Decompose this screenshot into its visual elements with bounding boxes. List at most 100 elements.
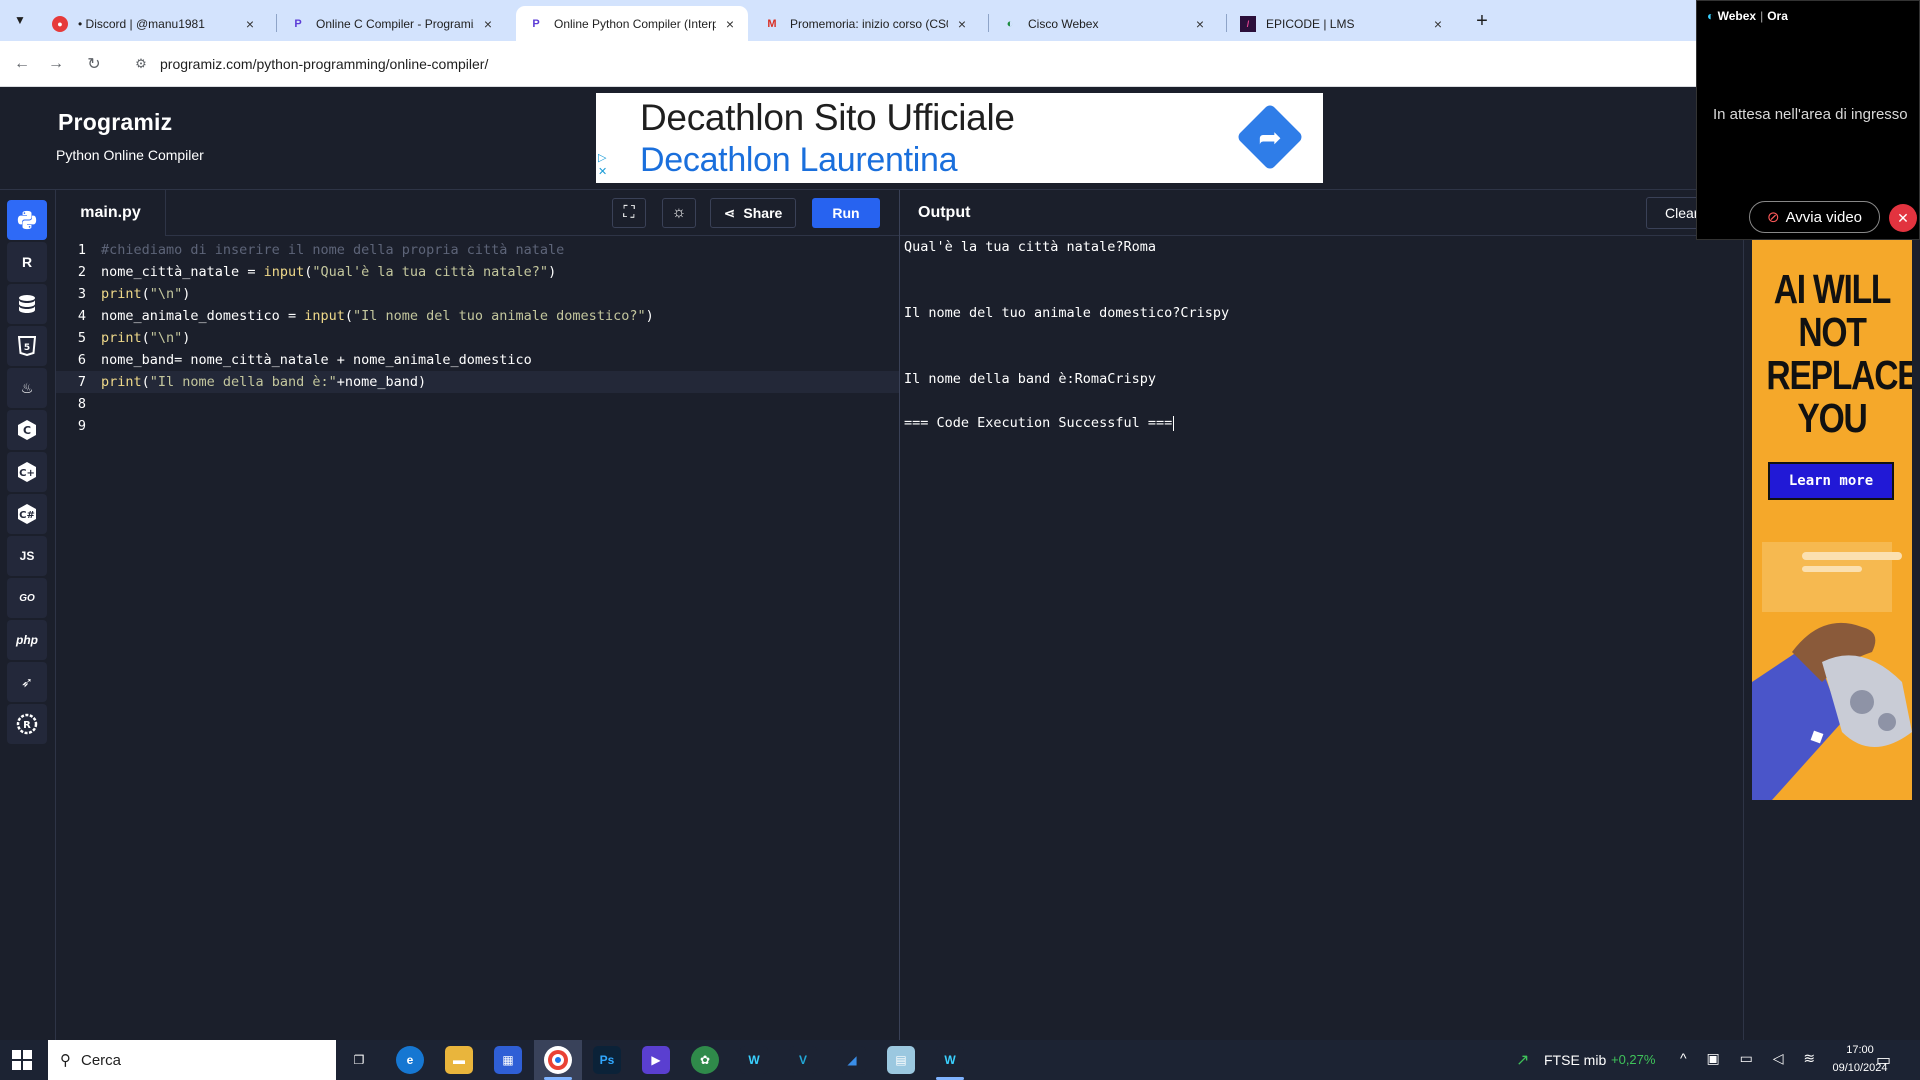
code-text: print("\n") (101, 286, 191, 302)
language-sidebar: R 5 ♨ C C+ C# JS GO php ➶ R (0, 190, 56, 1040)
csharp-icon[interactable]: C# (7, 494, 47, 534)
close-icon[interactable]: × (242, 16, 258, 32)
new-tab-button[interactable]: + (1470, 9, 1494, 33)
notification-icon[interactable]: ▭ (1876, 1050, 1891, 1070)
tab-python-compiler[interactable]: P Online Python Compiler (Interp × (516, 6, 748, 41)
webex-status-message: In attesa nell'area di ingresso (1713, 106, 1908, 123)
close-icon[interactable]: × (1430, 16, 1446, 32)
back-icon[interactable]: ← (10, 52, 34, 76)
close-icon[interactable]: × (954, 16, 970, 32)
url-field[interactable]: ⚙ programiz.com/python-programming/onlin… (124, 47, 1694, 81)
learn-more-button[interactable]: Learn more (1768, 462, 1894, 500)
code-line[interactable]: 6 nome_band= nome_città_natale + nome_ani… (56, 349, 899, 371)
clipchamp-icon[interactable]: ▶ (642, 1046, 670, 1074)
run-button[interactable]: Run (812, 198, 880, 228)
ad-subline: Decathlon Laurentina (640, 141, 958, 179)
adchoices-icon[interactable]: ▷ ✕ (598, 151, 607, 179)
task-view-icon[interactable]: ❐ (345, 1046, 373, 1074)
code-line[interactable]: 1 #chiediamo di inserire il nome della pr… (56, 239, 899, 261)
ftse-label[interactable]: FTSE mib (1544, 1052, 1606, 1068)
output-console[interactable]: Qual'è la tua città natale?Roma Il nome d… (900, 236, 1743, 1040)
epicode-icon: / (1240, 15, 1256, 32)
share-button[interactable]: ⋖ Share (710, 198, 796, 228)
webex-meetings-icon[interactable]: W (936, 1046, 964, 1074)
go-icon[interactable]: GO (7, 578, 47, 618)
reload-icon[interactable]: ↻ (82, 52, 106, 76)
edge-icon[interactable]: e (396, 1046, 424, 1074)
html5-icon[interactable]: 5 (7, 326, 47, 366)
app-icon[interactable]: ✿ (691, 1046, 719, 1074)
site-info-icon[interactable]: ⚙ (128, 56, 154, 72)
side-ad[interactable]: AI WILL NOT REPLACE YOU Learn more (1752, 240, 1912, 800)
tab-discord[interactable]: ● • Discord | @manu1981 × (40, 6, 268, 41)
theme-toggle-icon[interactable]: ☼ (662, 198, 696, 228)
app-fin-icon[interactable]: ◢ (838, 1046, 866, 1074)
notepad-icon[interactable]: ▤ (887, 1046, 915, 1074)
line-number: 2 (77, 264, 86, 280)
forward-icon[interactable]: → (44, 52, 68, 76)
webex-icon: ◐ (1006, 17, 1014, 30)
tab-webex[interactable]: ◐ Cisco Webex × (990, 6, 1218, 41)
code-line[interactable]: 3 print("\n") (56, 283, 899, 305)
close-icon[interactable]: × (1192, 16, 1208, 32)
code-line[interactable]: 7 print("Il nome della band è:"+nome_band… (56, 371, 899, 393)
tab-epicode[interactable]: / EPICODE | LMS × (1228, 6, 1456, 41)
vscode-icon[interactable]: V (789, 1046, 817, 1074)
programiz-logo[interactable]: Programiz (58, 109, 172, 136)
js-icon[interactable]: JS (7, 536, 47, 576)
output-line: Il nome della band è:RomaCrispy (904, 371, 1156, 387)
system-tray-icons[interactable]: ^ ▣ ▭ ◁ ≋ (1680, 1050, 1823, 1067)
code-line[interactable]: 8 (56, 393, 899, 415)
code-line[interactable]: 9 (56, 415, 899, 437)
r-icon[interactable]: R (7, 242, 47, 282)
code-text: print("Il nome della band è:"+nome_band) (101, 374, 427, 390)
windows-start-icon[interactable] (12, 1050, 32, 1070)
code-line[interactable]: 4 nome_animale_domestico = input("Il nome… (56, 305, 899, 327)
file-tab-main[interactable]: main.py (56, 190, 166, 236)
java-icon[interactable]: ♨ (7, 368, 47, 408)
output-header: Output Clear (900, 190, 1743, 236)
webex-icon[interactable]: W (740, 1046, 768, 1074)
windows-taskbar: ⚲ Cerca ❐ e ▬ ▦ Ps ▶ ✿ W V ◢ ▤ W ↗ FTSE … (0, 1040, 1920, 1080)
close-icon[interactable]: × (722, 16, 738, 32)
ad-headline: Decathlon Sito Ufficiale (640, 97, 1015, 138)
cpp-icon[interactable]: C+ (7, 452, 47, 492)
tab-gmail[interactable]: M Promemoria: inizio corso (CS06 × (752, 6, 980, 41)
php-icon[interactable]: php (7, 620, 47, 660)
code-editor[interactable]: 1 #chiediamo di inserire il nome della pr… (56, 236, 899, 1040)
webex-header: ◐ Webex | Ora (1707, 9, 1788, 23)
code-text: nome_città_natale = input("Qual'è la tua… (101, 264, 557, 280)
programiz-icon: P (294, 17, 302, 30)
taskbar-search[interactable]: ⚲ Cerca (48, 1040, 336, 1080)
line-number: 5 (77, 330, 86, 346)
discord-icon: ● (52, 15, 68, 32)
output-line: === Code Execution Successful === (904, 415, 1175, 431)
programiz-icon: P (532, 17, 540, 30)
file-explorer-icon[interactable]: ▬ (445, 1046, 473, 1074)
start-video-button[interactable]: ⊘ Avvia video (1749, 201, 1880, 233)
ad-banner[interactable]: Decathlon Sito Ufficiale Decathlon Laure… (596, 93, 1323, 183)
photoshop-icon[interactable]: Ps (593, 1046, 621, 1074)
tab-c-compiler[interactable]: P Online C Compiler - Programiz × (278, 6, 506, 41)
close-icon[interactable]: × (480, 16, 496, 32)
store-icon[interactable]: ▦ (494, 1046, 522, 1074)
tab-search-icon[interactable]: ▼ (8, 8, 32, 32)
code-text: #chiediamo di inserire il nome della pro… (101, 242, 565, 258)
tab-title: Cisco Webex (1028, 16, 1099, 31)
swift-icon[interactable]: ➶ (7, 662, 47, 702)
text-cursor (1173, 415, 1175, 431)
python-icon[interactable] (7, 200, 47, 240)
c-icon[interactable]: C (7, 410, 47, 450)
webex-popup[interactable]: ◐ Webex | Ora In attesa nell'area di ingre… (1696, 0, 1920, 240)
tab-title: Online Python Compiler (Interp (554, 16, 716, 31)
page-title: Python Online Compiler (56, 147, 204, 163)
rust-icon[interactable]: R (7, 704, 47, 744)
code-line[interactable]: 2 nome_città_natale = input("Qual'è la tu… (56, 261, 899, 283)
close-icon[interactable]: ✕ (1889, 204, 1917, 232)
chrome-icon[interactable] (544, 1046, 572, 1074)
tab-title: • Discord | @manu1981 (78, 16, 205, 31)
database-icon[interactable] (7, 284, 47, 324)
tab-title: Online C Compiler - Programiz (316, 16, 474, 31)
code-line[interactable]: 5 print("\n") (56, 327, 899, 349)
fullscreen-icon[interactable]: ⛶ (612, 198, 646, 228)
